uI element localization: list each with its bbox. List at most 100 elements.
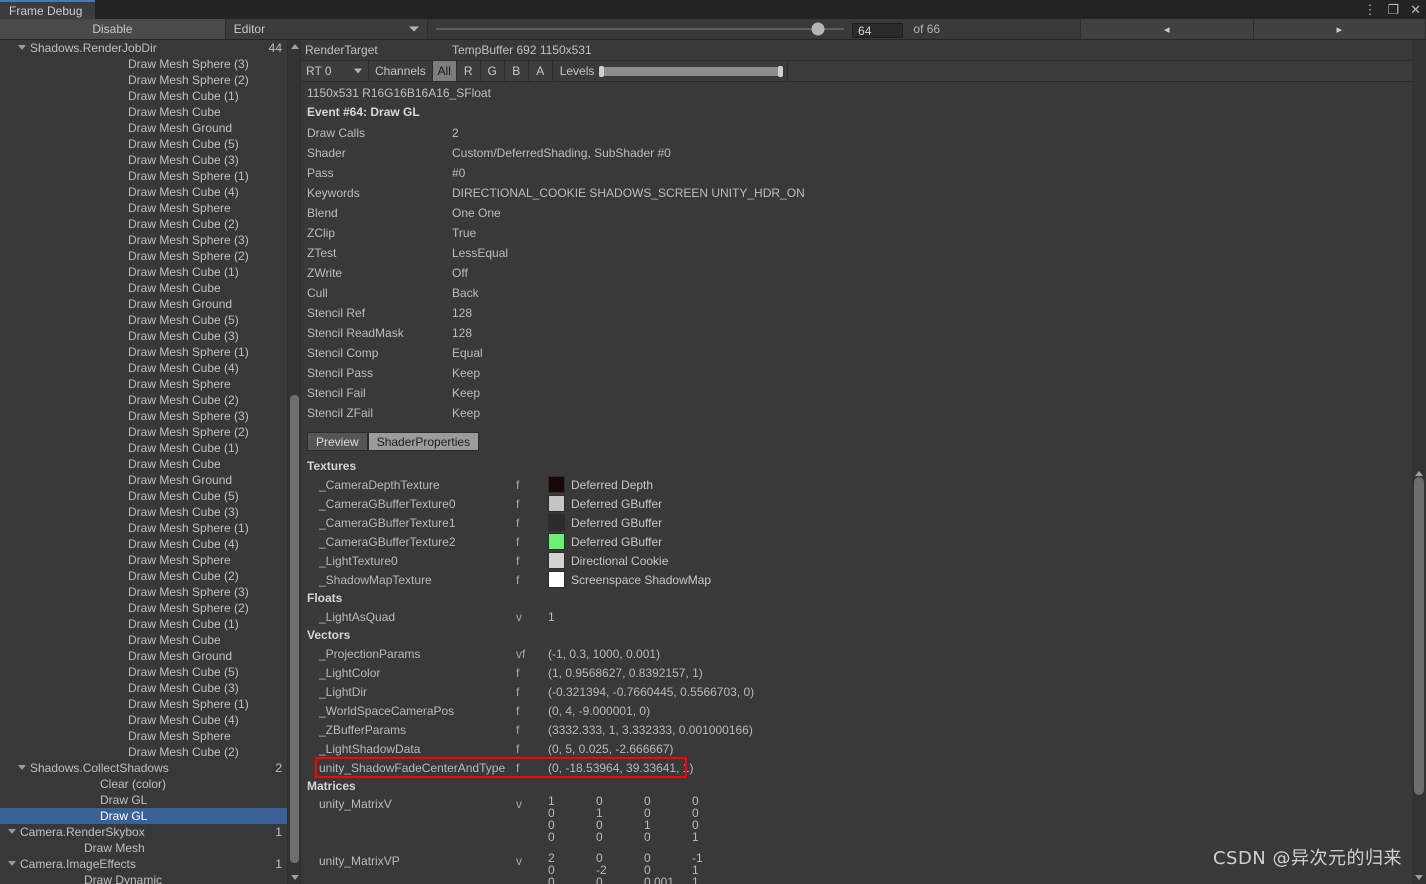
tab-preview[interactable]: Preview [307,432,368,451]
texture-thumbnail[interactable] [548,571,565,588]
expander-triangle-icon[interactable] [18,45,26,50]
tree-row[interactable]: Draw Mesh Cube (1) [0,616,288,632]
window-controls: ⋮ ❐ ✕ [1363,0,1421,19]
matrix-cell: 0 [644,830,651,844]
tree-row[interactable]: Draw Mesh Sphere (3) [0,584,288,600]
texture-thumbnail[interactable] [548,514,565,531]
tree-scrollbar[interactable] [287,40,300,884]
target-dropdown[interactable]: Editor [225,19,429,39]
kebab-icon[interactable]: ⋮ [1363,3,1376,16]
tree-row[interactable]: Draw Mesh Cube [0,280,288,296]
tree-row[interactable]: Draw Mesh Ground [0,120,288,136]
texture-thumbnail[interactable] [548,533,565,550]
channel-button-g[interactable]: G [480,61,505,81]
tree-row[interactable]: Draw Mesh Cube (5) [0,664,288,680]
disable-button[interactable]: Disable [0,19,226,39]
prev-event-button[interactable]: ◂ [1080,19,1254,39]
tree-row[interactable]: Draw GL [0,808,288,824]
event-slider-track[interactable] [436,22,845,36]
tree-row[interactable]: Draw Mesh Sphere [0,552,288,568]
tree-row[interactable]: Camera.ImageEffects 1 [0,856,288,872]
tree-row[interactable]: Draw Mesh Sphere [0,376,288,392]
event-index-input[interactable]: 64 [852,23,904,38]
tree-row[interactable]: Draw Mesh Cube [0,104,288,120]
maximize-icon[interactable]: ❐ [1387,3,1399,16]
tree-row[interactable]: Draw Mesh Cube (3) [0,152,288,168]
tree-row[interactable]: Draw Mesh Sphere (1) [0,344,288,360]
texture-thumbnail[interactable] [548,552,565,569]
expander-triangle-icon[interactable] [18,765,26,770]
next-event-button[interactable]: ▸ [1253,19,1426,39]
tree-row[interactable]: Draw Mesh [0,840,288,856]
tree-row[interactable]: Draw Mesh Cube (2) [0,216,288,232]
render-target-toolbar: RT 0 Channels All R G B A Levels [301,61,1426,82]
levels-control[interactable]: Levels [553,61,788,81]
tree-row[interactable]: Draw Mesh Sphere (3) [0,232,288,248]
tree-row[interactable]: Draw Mesh Sphere (1) [0,520,288,536]
tree-row[interactable]: Draw Mesh Ground [0,472,288,488]
tree-row[interactable]: Draw Mesh Ground [0,648,288,664]
channel-button-r[interactable]: R [456,61,481,81]
tree-row[interactable]: Draw Dynamic [0,872,288,884]
tree-row[interactable]: Draw Mesh Cube (5) [0,312,288,328]
event-slider[interactable] [428,19,853,39]
event-tree[interactable]: Shadows.RenderJobDir 44 Draw Mesh Sphere (… [0,40,288,884]
expander-triangle-icon[interactable] [8,829,16,834]
tree-row[interactable]: Draw Mesh Ground [0,296,288,312]
tree-row[interactable]: Draw Mesh Cube (1) [0,264,288,280]
levels-max-handle[interactable] [777,65,783,77]
tree-row[interactable]: Draw Mesh Cube (2) [0,568,288,584]
tree-row[interactable]: Draw Mesh Cube (5) [0,488,288,504]
tree-row[interactable]: Draw Mesh Cube (1) [0,88,288,104]
detail-scrollbar[interactable] [1412,40,1426,884]
close-icon[interactable]: ✕ [1410,3,1421,16]
tree-row[interactable]: Draw Mesh Sphere [0,728,288,744]
tree-row[interactable]: Draw Mesh Sphere (2) [0,72,288,88]
tree-row[interactable]: Draw Mesh Cube (3) [0,680,288,696]
tree-row[interactable]: Draw Mesh Cube (4) [0,712,288,728]
tree-row[interactable]: Clear (color) [0,776,288,792]
tree-row[interactable]: Draw Mesh Cube (1) [0,440,288,456]
tree-row[interactable]: Shadows.RenderJobDir 44 [0,40,288,56]
tree-row[interactable]: Draw Mesh Sphere (2) [0,424,288,440]
tab-shaderproperties[interactable]: ShaderProperties [367,432,480,451]
tree-row[interactable]: Draw Mesh Cube (2) [0,744,288,760]
tree-row[interactable]: Draw Mesh Cube (5) [0,136,288,152]
matrix-cell: 0 [644,794,651,808]
channel-button-a[interactable]: A [528,61,553,81]
tree-row[interactable]: Draw Mesh Sphere (1) [0,168,288,184]
texture-thumbnail[interactable] [548,495,565,512]
tab-frame-debug[interactable]: Frame Debug [0,0,95,19]
tree-row[interactable]: Draw Mesh Sphere (3) [0,408,288,424]
levels-track[interactable] [599,65,783,77]
tree-row[interactable]: Draw Mesh Sphere (1) [0,696,288,712]
tree-row[interactable]: Draw Mesh Cube (3) [0,328,288,344]
tree-row[interactable]: Draw Mesh Cube (2) [0,392,288,408]
tree-row[interactable]: Shadows.CollectShadows 2 [0,760,288,776]
tree-row[interactable]: Draw Mesh Cube (3) [0,504,288,520]
detail-scroll-down-button[interactable] [1412,872,1426,882]
tree-row[interactable]: Draw Mesh Sphere [0,200,288,216]
tree-row[interactable]: Draw GL [0,792,288,808]
tree-row[interactable]: Draw Mesh Cube (4) [0,536,288,552]
event-property-value: Off [452,266,468,280]
tree-row[interactable]: Draw Mesh Cube (4) [0,360,288,376]
tree-row[interactable]: Draw Mesh Sphere (2) [0,600,288,616]
rt-select-dropdown[interactable]: RT 0 [301,61,369,81]
tree-scroll-thumb[interactable] [290,395,299,863]
channel-button-b[interactable]: B [504,61,529,81]
tree-row[interactable]: Camera.RenderSkybox 1 [0,824,288,840]
tree-row[interactable]: Draw Mesh Cube [0,456,288,472]
levels-min-handle[interactable] [599,65,605,77]
texture-thumbnail[interactable] [548,476,565,493]
channel-button-all[interactable]: All [432,61,457,81]
expander-triangle-icon[interactable] [8,861,16,866]
tree-row[interactable]: Draw Mesh Sphere (2) [0,248,288,264]
tree-row[interactable]: Draw Mesh Cube (4) [0,184,288,200]
detail-scroll-thumb[interactable] [1414,477,1424,795]
tree-row[interactable]: Draw Mesh Sphere (3) [0,56,288,72]
resolution-format-label: 1150x531 R16G16B16A16_SFloat [307,86,491,100]
event-slider-knob[interactable] [811,22,825,36]
event-property-row: Stencil ReadMask 128 [301,323,1426,343]
tree-row[interactable]: Draw Mesh Cube [0,632,288,648]
